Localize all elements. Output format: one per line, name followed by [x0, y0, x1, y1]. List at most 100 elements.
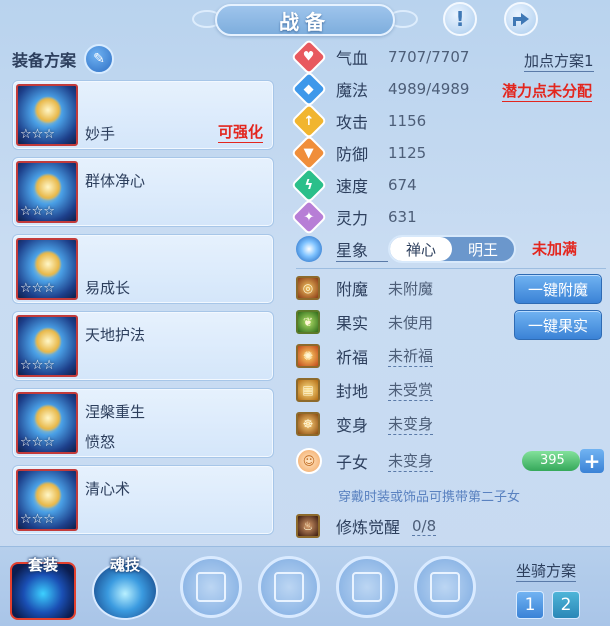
tab-soul-skill-label: 魂技	[109, 556, 140, 574]
star-sign-toggle[interactable]: 禅心 明王	[388, 235, 516, 263]
info-icon: !	[455, 7, 465, 31]
slot-frame-icon	[196, 572, 226, 602]
skill-name: 群体净心	[85, 172, 146, 190]
skill-card-4[interactable]: ☆☆☆ 天地护法	[12, 311, 274, 381]
stat-label: 灵力	[336, 209, 369, 228]
mount-plan-2-button[interactable]: 2	[552, 591, 580, 619]
upgradeable-tag[interactable]: 可强化	[217, 121, 263, 143]
point-plan-link[interactable]: 加点方案1	[524, 50, 594, 72]
transform-row: ☸ 变身 未变身	[296, 409, 434, 439]
star-sign-row: 星象	[296, 234, 388, 264]
star-sign-icon	[296, 236, 322, 262]
skill-icon-miaoshou: ☆☆☆	[16, 84, 78, 146]
edit-plan-button[interactable]: ✎	[84, 44, 115, 74]
skill-name: 涅槃重生	[85, 403, 146, 421]
mount-plan-1-button[interactable]: 1	[516, 591, 544, 619]
child-item-count: 395	[522, 451, 580, 471]
child-icon: ☺	[296, 448, 322, 474]
pencil-icon: ✎	[93, 51, 105, 67]
one-click-enchant-button[interactable]: 一键附魔	[514, 274, 602, 304]
speed-icon: ϟ	[290, 166, 328, 204]
stat-value: 1125	[388, 144, 427, 162]
empty-slot-2[interactable]	[258, 556, 320, 618]
fruit-row: ❦ 果实 未使用	[296, 307, 433, 337]
fief-row: ▤ 封地 未受赏	[296, 375, 434, 405]
mana-icon: ◆	[290, 70, 328, 108]
stat-label: 附魔	[336, 280, 369, 299]
divider	[296, 268, 606, 269]
stat-spd: ϟ 速度 674	[290, 166, 417, 204]
transform-value-link[interactable]: 未变身	[388, 413, 434, 435]
sword-icon: ↑	[290, 102, 328, 140]
stat-spi: ✦ 灵力 631	[290, 198, 417, 236]
stat-value: 7707/7707	[388, 48, 470, 66]
fruit-icon: ❦	[296, 310, 320, 334]
equip-plan-label: 装备方案	[12, 51, 77, 70]
share-icon	[513, 13, 529, 26]
skill-icon-qingxin-shu: ☆☆☆	[16, 469, 78, 531]
shield-icon: ▼	[290, 134, 328, 172]
star-rating: ☆☆☆	[20, 204, 55, 219]
cultivate-value-link[interactable]: 0/8	[412, 517, 437, 536]
stat-value: 4989/4989	[388, 80, 470, 98]
star-rating: ☆☆☆	[20, 435, 55, 450]
enchant-icon: ◎	[296, 276, 320, 300]
stat-value: 1156	[388, 112, 427, 130]
star-rating: ☆☆☆	[20, 127, 55, 142]
info-button[interactable]: !	[443, 2, 477, 36]
stat-mp: ◆ 魔法 4989/4989	[290, 70, 470, 108]
stat-label: 攻击	[336, 113, 369, 132]
skill-name: 清心术	[85, 480, 131, 498]
star-sign-label[interactable]: 星象	[336, 237, 388, 262]
skill-icon-niepan-chongsheng: ☆☆☆	[16, 392, 78, 454]
one-click-fruit-button[interactable]: 一键果实	[514, 310, 602, 340]
star-option-mingwang[interactable]: 明王	[452, 237, 514, 261]
bless-value-link[interactable]: 未祈福	[388, 345, 434, 367]
stat-atk: ↑ 攻击 1156	[290, 102, 427, 140]
skill-name: 易成长	[85, 279, 131, 297]
stat-label: 封地	[336, 382, 369, 401]
fief-value-link[interactable]: 未受赏	[388, 379, 434, 401]
page-title: 战备	[279, 9, 331, 34]
skill-card-6[interactable]: ☆☆☆ 清心术	[12, 465, 274, 535]
stat-def: ▼ 防御 1125	[290, 134, 427, 172]
skill-subname: 愤怒	[85, 433, 116, 451]
skill-card-1[interactable]: ☆☆☆ 妙手 可强化	[12, 80, 274, 150]
skill-icon-qunti-jingxin: ☆☆☆	[16, 161, 78, 223]
plus-icon: +	[583, 449, 601, 473]
skill-card-3[interactable]: ☆☆☆ 易成长	[12, 234, 274, 304]
stat-hp: ♥ 气血 7707/7707	[290, 38, 470, 76]
stat-value: 未使用	[388, 313, 434, 332]
page-title-bar: 战备	[215, 4, 395, 36]
stat-value: 未附魔	[388, 279, 434, 298]
cultivate-icon: ♨	[296, 514, 320, 538]
stat-label: 修炼觉醒	[336, 518, 401, 537]
tab-soul-skill[interactable]: 魂技	[92, 552, 158, 620]
empty-slot-3[interactable]	[336, 556, 398, 618]
bless-row: ✺ 祈福 未祈福	[296, 341, 434, 371]
stat-value: 674	[388, 176, 417, 194]
skill-icon-yichengzhang: ☆☆☆	[16, 238, 78, 300]
child-value-link[interactable]: 未变身	[388, 450, 434, 472]
enchant-row: ◎ 附魔 未附魔	[296, 273, 433, 303]
stat-label: 变身	[336, 416, 369, 435]
heart-icon: ♥	[290, 38, 328, 76]
skill-card-2[interactable]: ☆☆☆ 群体净心	[12, 157, 274, 227]
skill-icon-tiandi-hufa: ☆☆☆	[16, 315, 78, 377]
add-button[interactable]: +	[580, 449, 604, 473]
star-option-chanxin[interactable]: 禅心	[390, 237, 452, 261]
transform-icon: ☸	[296, 412, 320, 436]
empty-slot-4[interactable]	[414, 556, 476, 618]
skill-card-5[interactable]: ☆☆☆ 涅槃重生 愤怒	[12, 388, 274, 458]
mount-plan-label: 坐骑方案	[516, 562, 577, 582]
stat-label: 祈福	[336, 348, 369, 367]
star-rating: ☆☆☆	[20, 512, 55, 527]
skill-name: 妙手	[85, 125, 116, 143]
empty-slot-1[interactable]	[180, 556, 242, 618]
share-button[interactable]	[504, 2, 538, 36]
tab-suit[interactable]: 套装	[10, 552, 76, 620]
second-child-hint: 穿戴时装或饰品可携带第二子女	[338, 490, 521, 505]
stat-label: 防御	[336, 145, 369, 164]
skill-name: 天地护法	[85, 326, 146, 344]
unassigned-points-warning[interactable]: 潜力点未分配	[502, 80, 593, 102]
